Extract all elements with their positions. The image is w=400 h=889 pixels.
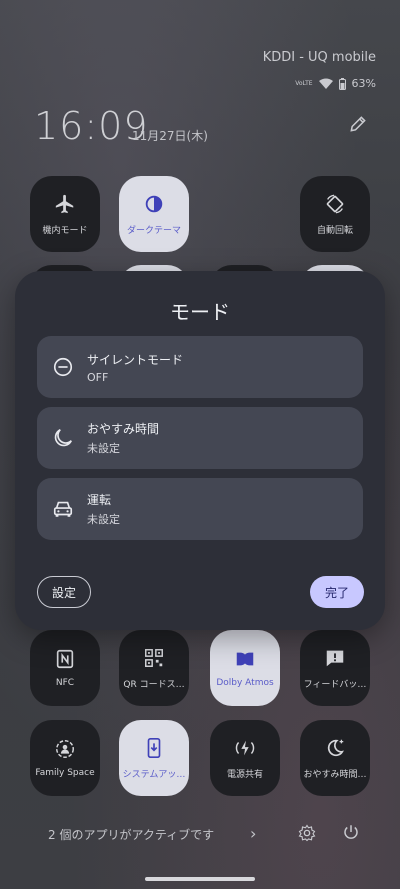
date: 11月27日(木) xyxy=(132,129,208,143)
tile-label: QR コードス… xyxy=(123,679,185,690)
done-button[interactable]: 完了 xyxy=(310,576,364,608)
power-share-icon xyxy=(235,740,255,755)
tile-bedtime[interactable]: おやすみ時間… xyxy=(300,720,370,796)
family-space-icon xyxy=(56,740,74,758)
option-silent-mode[interactable]: サイレントモード OFF xyxy=(37,336,363,398)
nfc-icon xyxy=(56,649,74,669)
tile-label: 機内モード xyxy=(42,225,88,236)
tile-label: システムアッ… xyxy=(122,769,186,780)
tile-feedback[interactable]: フィードバッ… xyxy=(300,630,370,706)
status-icons: VoLTE 63% xyxy=(295,77,376,90)
gear-icon[interactable] xyxy=(298,824,316,842)
option-driving[interactable]: 運転 未設定 xyxy=(37,478,363,540)
dark-theme-icon xyxy=(145,195,163,212)
bedtime-icon xyxy=(327,739,344,756)
airplane-icon xyxy=(55,194,74,213)
settings-button[interactable]: 設定 xyxy=(37,576,91,608)
option-value: 未設定 xyxy=(87,513,120,526)
wifi-icon xyxy=(318,78,333,89)
tile-label: ダークテーマ xyxy=(126,225,181,236)
option-value: 未設定 xyxy=(87,442,120,455)
car-icon xyxy=(53,501,73,517)
chevron-right-icon[interactable]: › xyxy=(250,824,256,843)
tile-label: おやすみ時間… xyxy=(303,769,367,780)
dialog-title: モード xyxy=(170,300,230,324)
auto-rotate-icon xyxy=(326,194,344,213)
dolby-icon xyxy=(236,652,254,666)
tile-label: Dolby Atmos xyxy=(216,678,274,688)
tile-label: Family Space xyxy=(35,768,95,778)
option-value: OFF xyxy=(87,370,109,384)
option-text: おやすみ時間 未設定 xyxy=(87,420,159,456)
tile-label: 自動回転 xyxy=(316,225,353,236)
battery-icon xyxy=(338,77,346,90)
tile-nfc[interactable]: NFC xyxy=(30,630,100,706)
tile-label: 電源共有 xyxy=(226,769,263,780)
gesture-nav-bar[interactable] xyxy=(145,877,255,881)
qr-code-icon xyxy=(145,648,163,667)
tile-airplane-mode[interactable]: 機内モード xyxy=(30,176,100,252)
edit-pencil-icon[interactable] xyxy=(348,114,368,134)
feedback-icon xyxy=(326,650,344,666)
active-apps-link[interactable]: 2 個のアプリがアクティブです xyxy=(48,826,214,843)
tile-auto-rotate[interactable]: 自動回転 xyxy=(300,176,370,252)
footer: 2 個のアプリがアクティブです › xyxy=(0,820,400,850)
moon-icon xyxy=(54,429,72,447)
option-title: 運転 xyxy=(87,493,112,507)
option-bedtime[interactable]: おやすみ時間 未設定 xyxy=(37,407,363,469)
tile-power-share[interactable]: 電源共有 xyxy=(210,720,280,796)
tile-dolby-atmos[interactable]: Dolby Atmos xyxy=(210,630,280,706)
do-not-disturb-icon xyxy=(53,357,73,377)
battery-level: 63% xyxy=(351,77,376,90)
carrier-name: KDDI - UQ mobile xyxy=(262,50,376,65)
tile-label: フィードバッ… xyxy=(303,679,367,690)
tile-qr-code[interactable]: QR コードス… xyxy=(119,630,189,706)
tile-dark-theme[interactable]: ダークテーマ xyxy=(119,176,189,252)
mode-dialog: モード サイレントモード OFF おやすみ時間 未設定 運転 未設定 設定 完了 xyxy=(15,271,385,630)
power-icon[interactable] xyxy=(342,823,360,841)
tile-system-update[interactable]: システムアッ… xyxy=(119,720,189,796)
volte-icon: VoLTE xyxy=(295,79,313,87)
tile-label: NFC xyxy=(55,678,75,688)
system-update-icon xyxy=(147,737,161,758)
tile-family-space[interactable]: Family Space xyxy=(30,720,100,796)
option-text: サイレントモード OFF xyxy=(87,351,183,384)
option-text: 運転 未設定 xyxy=(87,491,120,527)
option-title: サイレントモード xyxy=(87,352,184,367)
option-title: おやすみ時間 xyxy=(87,422,160,436)
